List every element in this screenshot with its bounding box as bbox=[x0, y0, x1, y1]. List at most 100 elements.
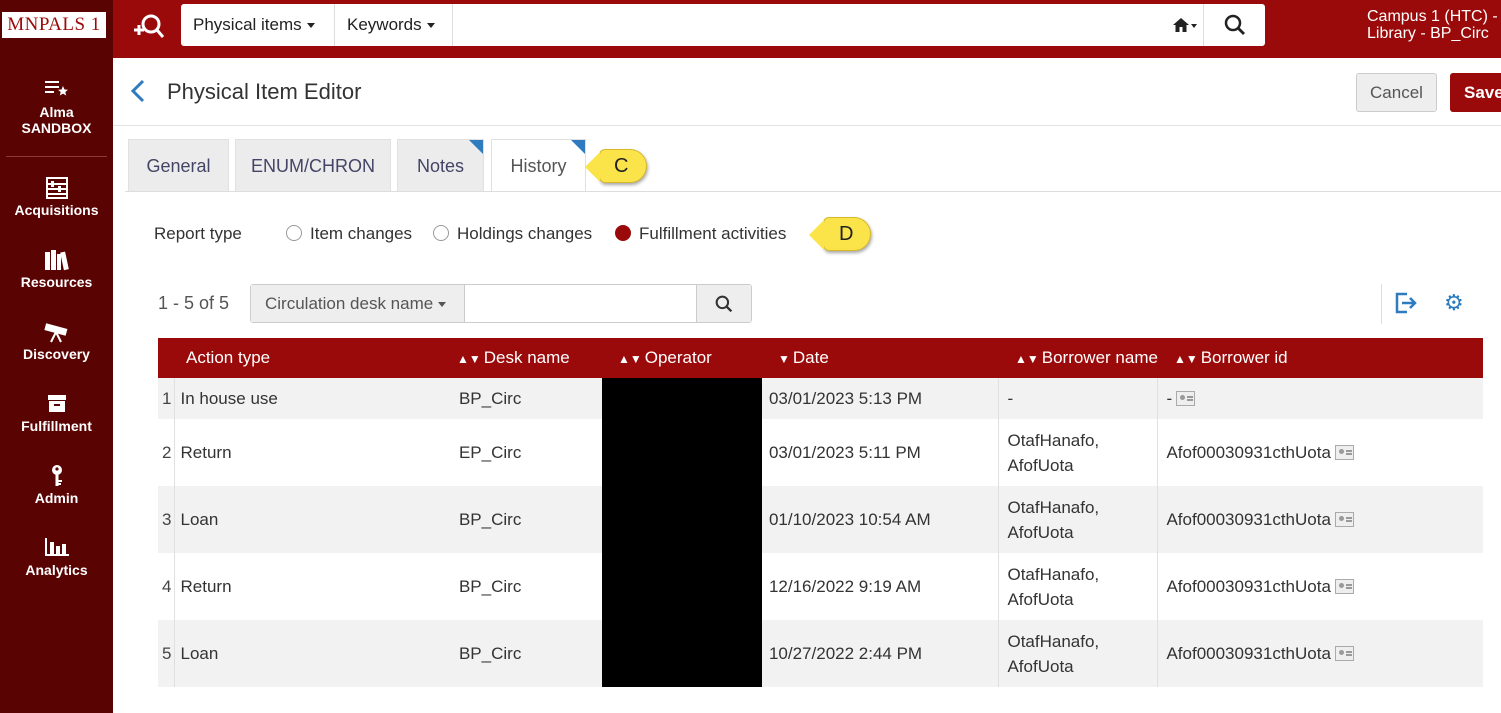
user-card-icon[interactable] bbox=[1334, 445, 1354, 460]
tab-enum-chron[interactable]: ENUM/CHRON bbox=[235, 139, 391, 191]
search-scope-dropdown[interactable]: Physical items bbox=[181, 4, 335, 46]
borrower-name-cell: OtafHanafo, AfofUota bbox=[998, 553, 1158, 620]
date-cell: 03/01/2023 5:13 PM bbox=[768, 389, 923, 408]
sidebar-item-admin[interactable]: Admin bbox=[0, 464, 113, 506]
borrower-id-cell: Afof00030931cthUota bbox=[1157, 419, 1483, 486]
tab-history[interactable]: History bbox=[491, 139, 586, 192]
radio-holdings-changes[interactable]: Holdings changes bbox=[433, 224, 592, 244]
search-button[interactable] bbox=[1204, 4, 1265, 46]
action-type-cell: In house use bbox=[180, 389, 278, 408]
table-filter: Circulation desk name bbox=[250, 284, 752, 323]
save-button[interactable]: Save bbox=[1450, 73, 1501, 112]
borrower-id-cell: - bbox=[1157, 378, 1483, 419]
column-header-desk-name[interactable]: ▲▼ Desk name bbox=[450, 338, 602, 378]
borrower-id-value: - bbox=[1166, 389, 1173, 408]
radio-button[interactable] bbox=[286, 225, 302, 241]
user-card-icon[interactable] bbox=[1334, 646, 1354, 661]
borrower-id-value: Afof00030931cthUota bbox=[1166, 510, 1331, 529]
borrower-name-cell: OtafHanafo, AfofUota bbox=[998, 486, 1158, 553]
borrower-name-cell: OtafHanafo, AfofUota bbox=[998, 620, 1158, 687]
sidebar-item-discovery[interactable]: Discovery bbox=[0, 320, 113, 362]
table-row[interactable]: 2 Return EP_Circ 03/01/2023 5:11 PM Otaf… bbox=[158, 419, 1483, 486]
column-header-label: Desk name bbox=[483, 348, 570, 367]
column-header-action-type[interactable]: Action type bbox=[158, 338, 451, 378]
table-row[interactable]: 5 Loan BP_Circ 10/27/2022 2:44 PM OtafHa… bbox=[158, 620, 1483, 687]
sidebar-item-acquisitions[interactable]: Acquisitions bbox=[0, 176, 113, 218]
user-card-icon[interactable] bbox=[1334, 579, 1354, 594]
sidebar-item-label: SANDBOX bbox=[21, 120, 92, 136]
borrower-id-value: Afof00030931cthUota bbox=[1166, 443, 1331, 462]
date-cell: 12/16/2022 9:19 AM bbox=[768, 577, 922, 596]
borrower-id-cell: Afof00030931cthUota bbox=[1157, 620, 1483, 687]
table-row[interactable]: 4 Return BP_Circ 12/16/2022 9:19 AM Otaf… bbox=[158, 553, 1483, 620]
tab-notes[interactable]: Notes bbox=[397, 139, 484, 191]
main-menu-sidebar: Alma SANDBOX Acquisitions Resources Disc… bbox=[0, 58, 113, 713]
table-row[interactable]: 1 In house use BP_Circ 03/01/2023 5:13 P… bbox=[158, 378, 1483, 419]
column-header-date[interactable]: ▼ Date bbox=[761, 338, 999, 378]
radio-fulfillment-activities[interactable]: Fulfillment activities bbox=[615, 224, 786, 244]
column-header-borrower-id[interactable]: ▲▼ Borrower id bbox=[1157, 338, 1483, 378]
callout-c: C bbox=[585, 149, 647, 183]
user-card-icon[interactable] bbox=[1334, 512, 1354, 527]
tab-label: ENUM/CHRON bbox=[251, 156, 375, 176]
box-icon bbox=[0, 392, 113, 416]
results-count: 1 - 5 of 5 bbox=[158, 293, 230, 313]
borrower-name-line: AfofUota bbox=[1007, 522, 1074, 542]
column-header-label: Borrower name bbox=[1041, 348, 1158, 367]
sidebar-item-resources[interactable]: Resources bbox=[0, 248, 113, 290]
tab-content-indicator bbox=[469, 140, 483, 154]
column-header-label: Operator bbox=[644, 348, 712, 367]
date-cell: 01/10/2023 10:54 AM bbox=[768, 510, 931, 529]
chevron-down-icon bbox=[438, 302, 447, 308]
logo-area: MNPALS 1 bbox=[0, 0, 113, 58]
sort-icon: ▲▼ bbox=[1173, 352, 1198, 366]
sidebar-item-alma-sandbox[interactable]: Alma SANDBOX bbox=[0, 78, 113, 136]
filter-field-label: Circulation desk name bbox=[265, 294, 434, 313]
column-header-label: Borrower id bbox=[1200, 348, 1288, 367]
filter-field-dropdown[interactable]: Circulation desk name bbox=[251, 285, 465, 322]
table-row[interactable]: 3 Loan BP_Circ 01/10/2023 10:54 AM OtafH… bbox=[158, 486, 1483, 553]
back-arrow-icon[interactable] bbox=[128, 76, 150, 106]
user-card-icon[interactable] bbox=[1176, 391, 1196, 406]
cancel-button[interactable]: Cancel bbox=[1356, 73, 1437, 112]
tabs-divider bbox=[125, 191, 1501, 192]
key-icon bbox=[0, 464, 113, 488]
gear-icon[interactable]: ⚙ bbox=[1444, 290, 1470, 316]
search-field-dropdown[interactable]: Keywords bbox=[335, 4, 453, 46]
sort-icon: ▲▼ bbox=[456, 352, 481, 366]
column-header-operator[interactable]: ▲▼ Operator bbox=[601, 338, 762, 378]
borrower-id-value: Afof00030931cthUota bbox=[1166, 644, 1331, 663]
advanced-search-icon[interactable] bbox=[132, 10, 166, 44]
sidebar-item-label: Acquisitions bbox=[14, 202, 99, 218]
radio-button[interactable] bbox=[615, 225, 631, 241]
search-input[interactable] bbox=[456, 8, 1156, 42]
callout-d: D bbox=[809, 217, 871, 251]
action-type-cell: Loan bbox=[180, 644, 219, 663]
radio-button[interactable] bbox=[433, 225, 449, 241]
column-header-borrower-name[interactable]: ▲▼ Borrower name bbox=[998, 338, 1158, 378]
export-icon[interactable] bbox=[1393, 290, 1419, 316]
table-header-row: Action type ▲▼ Desk name ▲▼ Operator ▼ Date… bbox=[158, 338, 1483, 378]
tab-general[interactable]: General bbox=[128, 139, 229, 191]
filter-search-button[interactable] bbox=[696, 285, 751, 322]
sidebar-item-label: Fulfillment bbox=[21, 418, 92, 434]
filter-input[interactable] bbox=[465, 285, 696, 322]
row-number: 2 bbox=[158, 419, 175, 486]
tab-label: Notes bbox=[416, 156, 465, 176]
user-location[interactable]: Campus 1 (HTC) - Library - BP_Circ bbox=[1367, 8, 1498, 42]
sidebar-item-analytics[interactable]: Analytics bbox=[0, 536, 113, 578]
radio-item-changes[interactable]: Item changes bbox=[286, 224, 412, 244]
column-header-label: Date bbox=[792, 348, 829, 367]
sort-desc-icon: ▼ bbox=[777, 352, 790, 366]
search-home-dropdown[interactable] bbox=[1166, 4, 1204, 46]
desk-name-cell: BP_Circ bbox=[458, 577, 522, 596]
date-cell: 03/01/2023 5:11 PM bbox=[768, 443, 921, 462]
logo[interactable]: MNPALS 1 bbox=[2, 12, 106, 38]
page-title: Physical Item Editor bbox=[167, 79, 362, 104]
borrower-name-line: OtafHanafo, bbox=[1007, 497, 1100, 517]
top-bar: MNPALS 1 Physical items Keywords Campus … bbox=[0, 0, 1501, 58]
sidebar-divider bbox=[6, 156, 107, 157]
bar-chart-icon bbox=[0, 536, 113, 560]
tab-content-indicator bbox=[571, 140, 585, 154]
sidebar-item-fulfillment[interactable]: Fulfillment bbox=[0, 392, 113, 434]
